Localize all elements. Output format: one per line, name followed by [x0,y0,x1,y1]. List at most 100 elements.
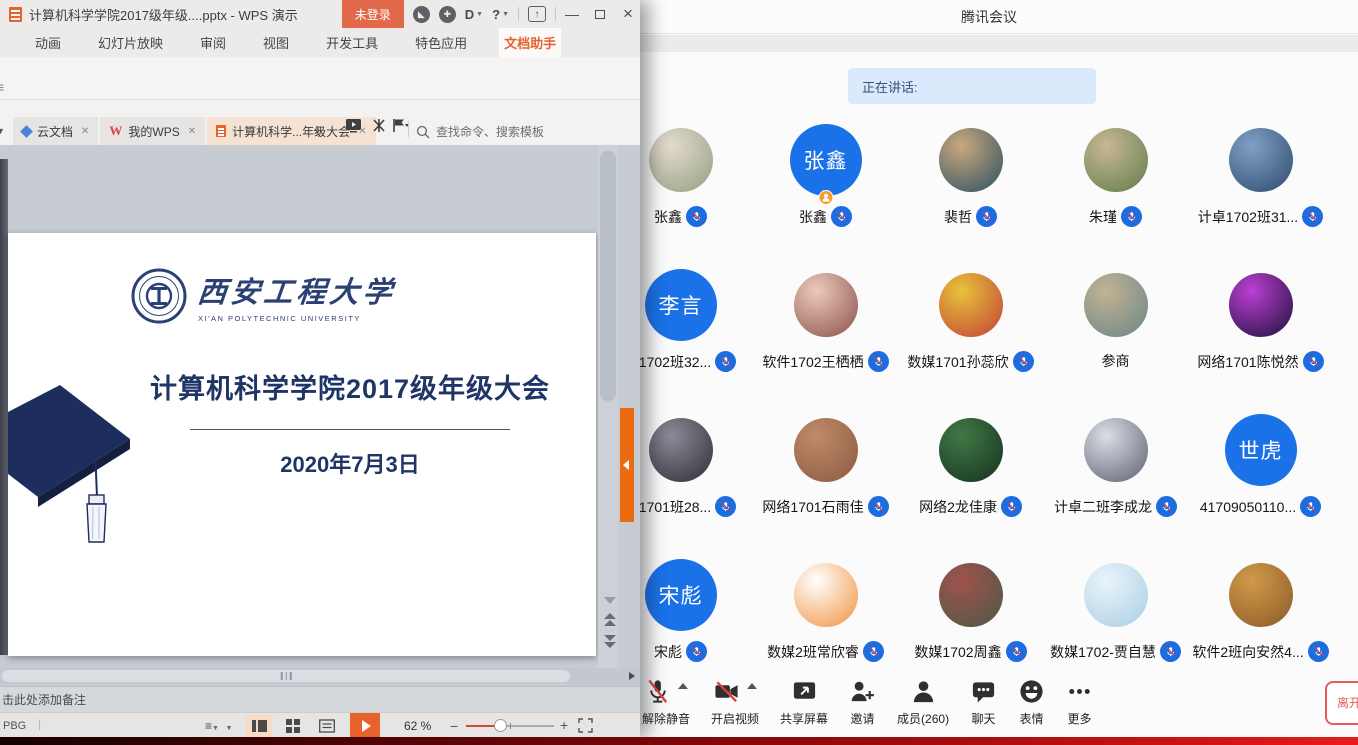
doc-tab-1[interactable]: 云文档✕ [13,117,98,145]
view-options-icon[interactable]: ≡▼ ▼ [205,719,233,733]
slide-date: 2020年7月3日 [104,447,596,479]
participant-tile[interactable]: 计卓1702班31... [1188,118,1333,263]
participant-tile[interactable]: 裴哲 [898,118,1043,263]
participant-tile[interactable]: 数媒1702-贾自慧 [1043,553,1188,698]
speaking-banner-text: 正在讲话: [862,77,918,96]
caret-up-icon[interactable] [747,683,757,689]
next-slide-button[interactable] [604,635,616,648]
participant-tile[interactable]: 数媒2班常欣睿 [753,553,898,698]
participant-tile[interactable]: 网络1701陈悦然 [1188,263,1333,408]
command-search[interactable] [416,125,592,139]
caret-up-icon[interactable] [678,683,688,689]
zoom-in-icon[interactable]: + [560,717,568,733]
zoom-slider[interactable] [466,725,554,727]
close-tab-icon[interactable]: ✕ [188,126,196,137]
toolbar-icon-row [970,678,997,706]
reading-view-button[interactable] [314,715,340,737]
participant-label: 宋彪 [654,641,707,662]
zoom-out-icon[interactable]: − [450,718,458,734]
ribbon-tab-文档助手[interactable]: 文档助手 [499,28,561,57]
zoom-slider-thumb[interactable] [494,719,507,732]
doc-tab-2[interactable]: W我的WPS✕ [100,117,205,145]
avatar-box [649,410,713,490]
background-window-strip [0,737,1358,745]
chat-icon [970,678,997,705]
scroll-down-icon[interactable] [604,597,616,604]
participant-tile[interactable]: 数媒1701孙蕊欣 [898,263,1043,408]
statusbar-separator: | [38,717,41,731]
help-icon[interactable]: ?▼ [492,7,509,22]
slide-sorter-view-button[interactable] [280,715,306,737]
avatar: 李言 [645,269,717,341]
participant-label: 朱瑾 [1089,206,1142,227]
toolbar-mic-muted[interactable]: 解除静音 [642,678,690,727]
close-button[interactable]: × [616,4,640,24]
search-input[interactable] [436,125,592,139]
avatar [649,418,713,482]
toolbar-chat[interactable]: 聊天 [970,678,997,727]
horizontal-scrollbar-thumb[interactable] [2,670,570,682]
compass-icon[interactable]: ✚ [439,6,456,23]
participant-tile[interactable]: 网络1701石雨佳 [753,408,898,553]
toolbar-invite[interactable]: 邀请 [849,678,876,727]
toolbar-camera-muted[interactable]: 开启视频 [711,678,759,727]
previous-slide-button[interactable] [604,613,616,626]
university-emblem-icon [130,267,188,325]
avatar [649,128,713,192]
cloud-cube-icon [20,125,33,138]
pen-d-icon[interactable]: D▼ [465,7,483,22]
ribbon-tab-开发工具[interactable]: 开发工具 [321,28,383,57]
upload-icon[interactable]: ↑ [528,6,546,22]
emoji-icon [1018,678,1045,705]
tencent-meeting-window: 腾讯会议 正在讲话: 张鑫张鑫张鑫裴哲朱瑾计卓1702班31...李言卓1702… [620,0,1358,737]
maximize-button[interactable] [588,6,612,22]
login-button[interactable]: 未登录 [342,0,404,28]
ribbon-tab-动画[interactable]: 动画 [30,28,66,57]
participant-tile[interactable]: 张鑫张鑫 [753,118,898,263]
slide-nav-buttons [604,597,616,648]
mic-muted-icon [1006,641,1027,662]
ribbon-tab-视图[interactable]: 视图 [258,28,294,57]
normal-view-button[interactable] [246,715,272,737]
participant-name: 参商 [1102,351,1130,371]
participant-tile[interactable]: 世虎41709050110... [1188,408,1333,553]
notes-pane[interactable]: 击此处添加备注 [0,686,640,712]
mic-muted-icon [976,206,997,227]
avatar [1084,563,1148,627]
ribbon-tab-审阅[interactable]: 审阅 [195,28,231,57]
ribbon-area: ≡ [0,57,640,100]
participant-tile[interactable]: 网络2龙佳康 [898,408,1043,553]
share-screen-icon [791,678,818,705]
vertical-scrollbar-thumb[interactable] [600,151,616,401]
minimize-button[interactable]: — [560,6,584,22]
avatar-box: 李言 [645,265,717,345]
ribbon-tab-特色应用[interactable]: 特色应用 [410,28,472,57]
toolbar-emoji[interactable]: 表情 [1018,678,1045,727]
slide-canvas[interactable]: 西安工程大学 XI'AN POLYTECHNIC UNIVERSITY 计算机科… [8,233,596,656]
avatar-box [794,265,858,345]
toolbar-share-screen[interactable]: 共享屏幕 [780,678,828,727]
tools-icon[interactable] [371,118,387,138]
participant-tile[interactable]: 数媒1702周鑫 [898,553,1043,698]
close-tab-icon[interactable]: ✕ [81,126,89,137]
toolbar-members[interactable]: 成员(260) [897,678,949,727]
participant-tile[interactable]: 参商 [1043,263,1188,408]
leave-meeting-button[interactable]: 离开会议 [1325,681,1358,725]
participant-label: 卓1702班32... [625,351,736,372]
toolbar-more[interactable]: 更多 [1066,678,1093,727]
play-slideshow-button[interactable] [350,713,380,739]
participant-tile[interactable]: 软件1702王栖栖 [753,263,898,408]
presentation-icon[interactable] [345,118,362,138]
tab-list-dropdown-icon[interactable]: ▼ [0,126,5,136]
participant-tile[interactable]: 软件2班向安然4... [1188,553,1333,698]
participant-tile[interactable]: 计卓二班李成龙 [1043,408,1188,553]
fit-screen-icon[interactable] [578,718,593,738]
participant-tile[interactable]: 朱瑾 [1043,118,1188,263]
side-panel-toggle[interactable] [620,408,634,522]
new-tab-button[interactable]: + [313,121,323,141]
scroll-right-icon[interactable] [629,672,635,680]
ribbon-tab-幻灯片放映[interactable]: 幻灯片放映 [93,28,168,57]
shutter-icon[interactable]: ◣ [413,6,430,23]
horizontal-scrollbar[interactable] [0,668,640,684]
vertical-scrollbar[interactable] [598,145,618,668]
